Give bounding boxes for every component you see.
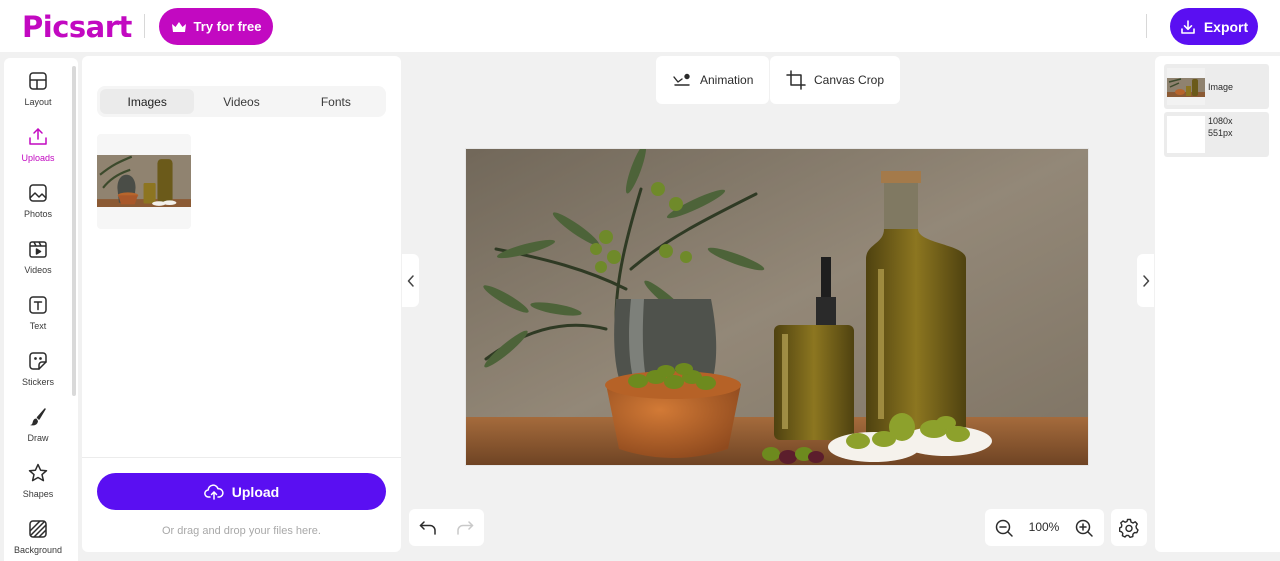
layer-size-width: 1080x bbox=[1208, 116, 1233, 126]
nav-label: Stickers bbox=[21, 377, 54, 387]
try-for-free-button[interactable]: Try for free bbox=[159, 8, 273, 45]
left-tool-nav: Layout Uploads Photos Videos Text Sticke… bbox=[4, 58, 78, 561]
nav-label: Draw bbox=[27, 433, 49, 443]
undo-button[interactable] bbox=[417, 517, 439, 539]
collapse-left-panel-button[interactable] bbox=[402, 254, 419, 307]
star-icon bbox=[28, 463, 48, 482]
design-canvas[interactable] bbox=[466, 149, 1088, 465]
try-for-free-label: Try for free bbox=[193, 19, 262, 34]
uploaded-image-thumbnail[interactable] bbox=[97, 134, 191, 229]
nav-item-photos[interactable]: Photos bbox=[4, 176, 72, 232]
tab-videos[interactable]: Videos bbox=[194, 89, 288, 114]
uploads-panel: Images Videos Fonts Upload Or drag and d… bbox=[82, 56, 401, 552]
expand-right-panel-button[interactable] bbox=[1137, 254, 1154, 307]
media-type-tabs: Images Videos Fonts bbox=[97, 86, 386, 117]
animation-icon bbox=[673, 73, 690, 86]
upload-button[interactable]: Upload bbox=[97, 473, 386, 510]
nav-item-stickers[interactable]: Stickers bbox=[4, 344, 72, 400]
panel-divider bbox=[82, 457, 401, 458]
header-divider bbox=[144, 14, 145, 38]
nav-label: Background bbox=[13, 545, 63, 555]
chevron-left-icon bbox=[407, 274, 414, 287]
zoom-out-icon[interactable] bbox=[993, 517, 1015, 539]
nav-item-layout[interactable]: Layout bbox=[4, 64, 72, 120]
top-header: Picsart Try for free Export bbox=[0, 0, 1280, 52]
canvas-settings-button[interactable] bbox=[1111, 509, 1147, 546]
sticker-icon bbox=[29, 352, 47, 370]
nav-item-videos[interactable]: Videos bbox=[4, 232, 72, 288]
layers-panel: Image 1080x 551px bbox=[1155, 56, 1280, 552]
chevron-right-icon bbox=[1142, 274, 1149, 287]
nav-label: Shapes bbox=[22, 489, 54, 499]
layer-image-preview bbox=[1167, 68, 1205, 105]
nav-label: Photos bbox=[23, 209, 53, 219]
upload-label: Upload bbox=[231, 483, 280, 500]
canvas-crop-label: Canvas Crop bbox=[814, 73, 885, 87]
export-label: Export bbox=[1203, 18, 1249, 35]
redo-button[interactable] bbox=[454, 517, 476, 539]
crown-icon bbox=[171, 21, 186, 32]
nav-item-background[interactable]: Background bbox=[4, 512, 72, 561]
nav-label: Uploads bbox=[21, 153, 55, 163]
header-divider bbox=[1146, 14, 1147, 38]
nav-item-shapes[interactable]: Shapes bbox=[4, 456, 72, 512]
layer-item-image[interactable]: Image bbox=[1164, 64, 1269, 109]
animation-label: Animation bbox=[700, 73, 754, 87]
nav-item-draw[interactable]: Draw bbox=[4, 400, 72, 456]
layer-label: Image bbox=[1208, 82, 1234, 92]
undo-icon bbox=[419, 521, 436, 535]
download-icon bbox=[1181, 19, 1195, 34]
olive-oil-still-life-image bbox=[97, 155, 191, 207]
zoom-level[interactable]: 100% bbox=[1023, 520, 1065, 534]
history-controls bbox=[409, 509, 484, 546]
nav-label: Text bbox=[29, 321, 47, 331]
upload-icon bbox=[29, 128, 47, 145]
video-icon bbox=[29, 241, 47, 258]
layer-thumbnail bbox=[1167, 116, 1205, 153]
brush-icon bbox=[30, 408, 46, 426]
text-icon bbox=[29, 296, 47, 314]
background-pattern-icon bbox=[29, 520, 47, 538]
nav-label: Layout bbox=[24, 97, 52, 107]
layer-size-label: 1080x 551px bbox=[1208, 115, 1233, 139]
nav-label: Videos bbox=[24, 265, 52, 275]
layer-item-background[interactable]: 1080x 551px bbox=[1164, 112, 1269, 157]
canvas-crop-button[interactable]: Canvas Crop bbox=[770, 56, 901, 104]
nav-item-text[interactable]: Text bbox=[4, 288, 72, 344]
photo-icon bbox=[29, 184, 47, 202]
layout-icon bbox=[29, 72, 47, 90]
nav-scrollbar[interactable] bbox=[72, 66, 76, 396]
picsart-logo[interactable]: Picsart bbox=[22, 10, 132, 44]
nav-item-uploads[interactable]: Uploads bbox=[4, 120, 72, 176]
zoom-controls: 100% bbox=[985, 509, 1104, 546]
zoom-in-icon[interactable] bbox=[1073, 517, 1095, 539]
olive-oil-still-life-image[interactable] bbox=[466, 149, 1088, 465]
gear-icon bbox=[1119, 518, 1139, 538]
tab-fonts[interactable]: Fonts bbox=[289, 89, 383, 114]
animation-button[interactable]: Animation bbox=[656, 56, 770, 104]
drag-drop-hint: Or drag and drop your files here. bbox=[162, 525, 321, 537]
layer-size-height: 551px bbox=[1208, 128, 1233, 138]
redo-icon bbox=[457, 521, 474, 535]
crop-icon bbox=[786, 70, 806, 90]
layer-thumbnail bbox=[1167, 68, 1205, 105]
cloud-upload-icon bbox=[203, 483, 224, 500]
tab-images[interactable]: Images bbox=[100, 89, 195, 114]
export-button[interactable]: Export bbox=[1170, 8, 1258, 45]
